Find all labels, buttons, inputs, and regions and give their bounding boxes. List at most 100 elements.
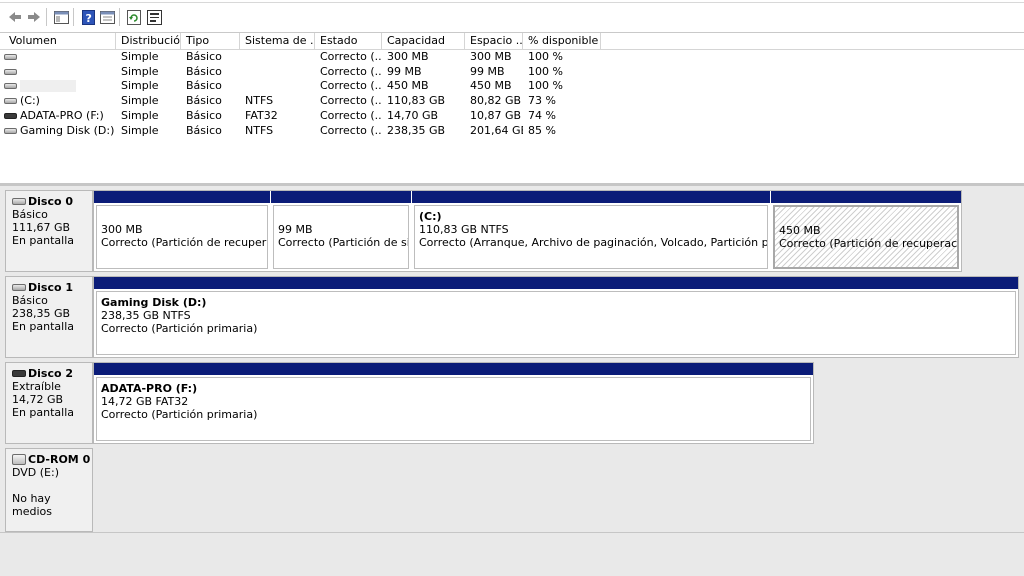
partition-body: Gaming Disk (D:) 238,35 GB NTFS Correcto (… [96, 291, 1016, 355]
disk-info-line3: No hay medios [12, 492, 52, 518]
disk-info-line1: Extraíble [12, 380, 61, 393]
volume-name: ADATA-PRO (F:) [20, 108, 104, 122]
disk-title: Disco 2 [12, 367, 92, 380]
table-row[interactable]: ADATA-PRO (F:) Simple Básico FAT32 Correcto … [0, 109, 1024, 123]
back-button[interactable] [6, 8, 24, 26]
partition-block[interactable]: Gaming Disk (D:) 238,35 GB NTFS Correcto (… [94, 277, 1018, 357]
partition-block[interactable]: 300 MBCorrecto (Partición de recuperació… [94, 191, 270, 271]
disk-info-line1: DVD (E:) [12, 466, 60, 479]
partition-size: 450 MB [779, 224, 821, 237]
disk-label-0[interactable]: Disco 0 Básico 111,67 GB En pantalla [5, 190, 93, 272]
column-header-percent-free[interactable]: % disponible [523, 33, 601, 50]
table-row[interactable]: Simple Básico Correcto (... 99 MB 99 MB 100 % [0, 65, 1024, 79]
table-row[interactable]: Simple Básico Correcto (... 450 MB 450 MB 100… [0, 79, 1024, 93]
table-row[interactable]: Gaming Disk (D:) Simple Básico NTFS Correcto… [0, 124, 1024, 138]
cell-percent-free: 74 % [528, 108, 556, 122]
volume-name: (C:) [20, 94, 40, 108]
cell-volume [0, 65, 116, 79]
disk-title: CD-ROM 0 [12, 453, 92, 466]
disk-label-3[interactable]: CD-ROM 0 DVD (E:) No hay medios [5, 448, 93, 532]
hard-disk-icon [12, 198, 26, 205]
help-icon: ? [81, 9, 95, 25]
partition-size: 110,83 GB NTFS [419, 223, 509, 236]
cell-layout: Simple [121, 123, 159, 137]
disk-partitions-area: ADATA-PRO (F:) 14,72 GB FAT32 Correcto (Pa… [93, 362, 814, 444]
column-header-free-space[interactable]: Espacio ... [465, 33, 523, 50]
cell-free-space: 450 MB [470, 79, 512, 93]
disk-label-2[interactable]: Disco 2 Extraíble 14,72 GB En pantalla [5, 362, 93, 444]
refresh-button[interactable] [125, 8, 143, 26]
console-tree-icon [53, 10, 69, 24]
partition-block[interactable]: ADATA-PRO (F:) 14,72 GB FAT32 Correcto (Pa… [94, 363, 813, 443]
cell-filesystem: NTFS [245, 94, 274, 108]
column-header-layout[interactable]: Distribución [116, 33, 181, 50]
cell-capacity: 450 MB [387, 79, 429, 93]
cell-capacity: 99 MB [387, 64, 422, 78]
redacted-volume-name [20, 80, 76, 93]
disk-name: Disco 0 [28, 195, 74, 208]
partition-status: Correcto (Partición primaria) [101, 408, 258, 421]
disk-title: Disco 1 [12, 281, 92, 294]
partition-header-bar [771, 191, 961, 203]
cell-filesystem [240, 50, 315, 64]
table-row[interactable]: Simple Básico Correcto (... 300 MB 300 MB 100… [0, 50, 1024, 64]
help-button[interactable]: ? [79, 8, 97, 26]
column-header-volume[interactable]: Volumen [4, 33, 116, 50]
cell-capacity: 238,35 GB [387, 123, 446, 137]
cell-free-space: 99 MB [470, 64, 505, 78]
disk-info-line3: En pantalla [12, 234, 75, 247]
cell-status: Correcto (... [320, 94, 382, 108]
partition-name: Gaming Disk (D:) [101, 296, 207, 309]
cell-capacity: 110,83 GB [387, 94, 446, 108]
cell-percent-free: 100 % [528, 64, 563, 78]
partition-status: Correcto (Arranque, Archivo de paginació… [419, 236, 768, 249]
cell-status: Correcto (... [320, 64, 382, 78]
disk-name: Disco 2 [28, 367, 74, 380]
cell-volume: Gaming Disk (D:) [0, 124, 116, 138]
column-header-capacity[interactable]: Capacidad [382, 33, 465, 50]
cell-filesystem: FAT32 [245, 108, 278, 122]
disk-label-1[interactable]: Disco 1 Básico 238,35 GB En pantalla [5, 276, 93, 358]
cell-volume [0, 79, 116, 93]
drive-icon [4, 54, 17, 60]
partition-block[interactable]: (C:) 110,83 GB NTFS Correcto (Arranque, Ar… [412, 191, 770, 271]
cell-type: Básico [186, 94, 222, 108]
column-header-type[interactable]: Tipo [181, 33, 240, 50]
partition-body: ADATA-PRO (F:) 14,72 GB FAT32 Correcto (Pa… [96, 377, 811, 441]
cell-filesystem [240, 79, 315, 93]
refresh-icon [127, 9, 141, 25]
cell-volume [0, 50, 116, 64]
disk-info-line2: 111,67 GB [12, 221, 71, 234]
action-pane-button[interactable] [98, 8, 116, 26]
partition-name [101, 210, 267, 223]
disk-title: Disco 0 [12, 195, 92, 208]
partition-header-bar [412, 191, 770, 203]
volume-list: Volumen Distribución Tipo Sistema de ...… [0, 33, 1024, 183]
disk-info-line2: 14,72 GB [12, 393, 64, 406]
column-header-status[interactable]: Estado [315, 33, 382, 50]
disk-graphical-view: Disco 0 Básico 111,67 GB En pantalla 300 MB C… [0, 186, 1024, 576]
partition-name [278, 210, 408, 223]
view-divider [0, 532, 1024, 533]
disk-partitions-area: Gaming Disk (D:) 238,35 GB NTFS Correcto (… [93, 276, 1019, 358]
partition-header-bar [271, 191, 411, 203]
disk-name: Disco 1 [28, 281, 74, 294]
arrow-right-icon [28, 12, 40, 22]
cell-layout: Simple [121, 50, 159, 63]
partition-name [779, 211, 957, 224]
properties-button[interactable] [145, 8, 163, 26]
cell-filesystem [240, 65, 315, 79]
cell-free-space: 10,87 GB [470, 108, 522, 122]
console-tree-button[interactable] [52, 8, 70, 26]
cell-free-space: 300 MB [470, 50, 512, 63]
forward-button[interactable] [25, 8, 43, 26]
partition-size: 14,72 GB FAT32 [101, 395, 189, 408]
partition-body: 99 MBCorrecto (Partición de sister [273, 205, 409, 269]
partition-block[interactable]: 450 MB Correcto (Partición de recuperació… [771, 191, 961, 271]
cell-filesystem: NTFS [245, 123, 274, 137]
column-header-filesystem[interactable]: Sistema de ... [240, 33, 315, 50]
cell-layout: Simple [121, 94, 159, 108]
partition-block[interactable]: 99 MBCorrecto (Partición de sister [271, 191, 411, 271]
partition-body: (C:) 110,83 GB NTFS Correcto (Arranque, Ar… [414, 205, 768, 269]
table-row[interactable]: (C:) Simple Básico NTFS Correcto (... 110,83 … [0, 94, 1024, 108]
